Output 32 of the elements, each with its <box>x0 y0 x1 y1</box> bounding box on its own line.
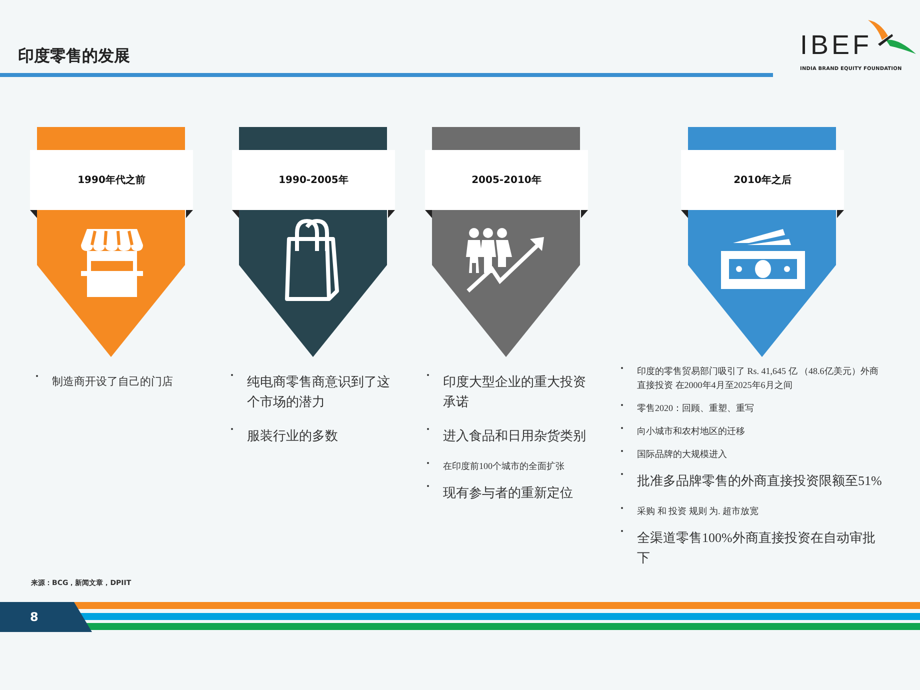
bullet-text: 现有参与者的重新定位 <box>443 484 573 502</box>
banknote-icon <box>720 227 804 291</box>
bullet-text: 在印度前100个城市的全面扩张 <box>443 460 564 474</box>
ribbon-fold-icon <box>232 210 239 218</box>
bullet-text: 国际品牌的大规模进入 <box>637 448 727 461</box>
ribbon-fold-icon <box>681 210 688 218</box>
period-label: 1990年代之前 <box>78 173 146 187</box>
ribbon-fold-icon <box>425 210 432 218</box>
slide-title: 印度零售的发展 <box>18 46 130 67</box>
ribbon-fold-icon <box>186 210 193 218</box>
ribbon-fold-icon <box>581 210 588 218</box>
bullet-text: 印度大型企业的重大投资承诺 <box>443 373 587 412</box>
bullet-text: 采购 和 投资 规则 为. 超市放宽 <box>637 504 758 518</box>
bird-icon <box>866 18 918 56</box>
bullet-text: 制造商开设了自己的门店 <box>52 374 173 390</box>
bullet-text: 批准多品牌零售的外商直接投资限额至51% <box>637 472 882 490</box>
bullet-text: 进入食品和日用杂货类别 <box>443 427 586 446</box>
bullet-text: 印度的零售贸易部门吸引了 Rs. 41,645 亿 （48.6亿美元）外商直接投资 在2000年4月至2025年6月之间 <box>637 365 880 392</box>
bullet-text: 零售2020：回顾、重塑、重写 <box>637 402 754 415</box>
period-label: 2010年之后 <box>734 173 792 187</box>
period-label: 1990-2005年 <box>278 174 348 187</box>
bullet-text: 向小城市和农村地区的迁移 <box>637 424 745 438</box>
ribbon-fold-icon <box>388 210 395 218</box>
period-label: 2005-2010年 <box>472 174 542 187</box>
bullet-text: 服装行业的多数 <box>247 427 338 446</box>
ribbon-fold-icon <box>30 210 37 218</box>
bullet-text: 纯电商零售商意识到了这个市场的潜力 <box>247 373 391 412</box>
storefront-icon <box>78 227 144 297</box>
bullet-text: 全渠道零售100%外商直接投资在自动审批下 <box>637 528 876 567</box>
page-number: 8 <box>0 602 92 632</box>
logo-text: IBEF <box>800 32 872 59</box>
ribbon-fold-icon <box>837 210 844 218</box>
